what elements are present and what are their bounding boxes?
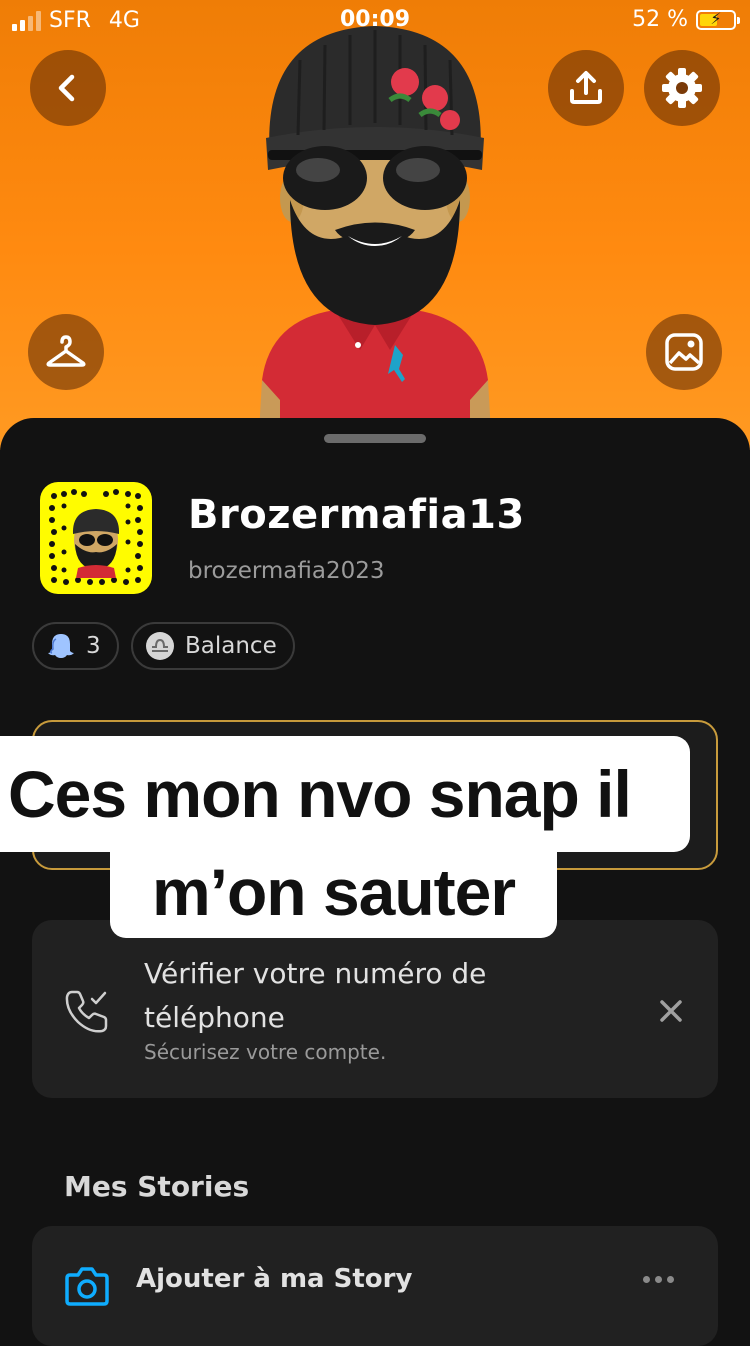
selfie-button[interactable] bbox=[646, 314, 722, 390]
drag-handle[interactable] bbox=[324, 434, 426, 443]
gear-icon bbox=[662, 68, 702, 108]
bitmoji-header: SFR 4G 00:09 52 % ⚡ bbox=[0, 0, 750, 450]
ghost-icon bbox=[48, 634, 74, 658]
zodiac-icon bbox=[146, 632, 174, 660]
zodiac-label: Balance bbox=[185, 633, 277, 659]
battery-percent: 52 % bbox=[632, 7, 688, 32]
overlay-caption-line2: m’on sauter bbox=[110, 846, 557, 938]
friends-chip[interactable]: 3 bbox=[32, 622, 119, 670]
status-bar: SFR 4G 00:09 52 % ⚡ bbox=[0, 0, 750, 40]
display-name: Brozermafia13 bbox=[188, 492, 525, 538]
overlay-caption-line1: Ces mon nvo snap il bbox=[0, 736, 690, 852]
zodiac-chip[interactable]: Balance bbox=[131, 622, 295, 670]
verify-phone-card[interactable]: Vérifier votre numéro de téléphone Sécur… bbox=[32, 920, 718, 1098]
share-button[interactable] bbox=[548, 50, 624, 126]
add-story-row[interactable]: Ajouter à ma Story bbox=[32, 1226, 718, 1346]
close-icon[interactable] bbox=[658, 998, 684, 1024]
sticker-icon bbox=[665, 333, 703, 371]
battery-icon: ⚡ bbox=[696, 9, 740, 30]
verify-title: Vérifier votre numéro de téléphone bbox=[144, 957, 487, 1034]
settings-button[interactable] bbox=[644, 50, 720, 126]
verify-subtitle: Sécurisez votre compte. bbox=[144, 1040, 387, 1064]
friends-count: 3 bbox=[86, 633, 101, 659]
phone-check-icon bbox=[65, 990, 108, 1033]
add-story-label: Ajouter à ma Story bbox=[136, 1264, 413, 1294]
snapcode-graphic bbox=[49, 489, 143, 585]
snapcode[interactable] bbox=[40, 482, 152, 594]
username[interactable]: brozermafia2023 bbox=[188, 558, 385, 584]
outfit-button[interactable] bbox=[28, 314, 104, 390]
stories-section-title: Mes Stories bbox=[64, 1170, 250, 1203]
back-button[interactable] bbox=[30, 50, 106, 126]
bitmoji-avatar[interactable] bbox=[240, 20, 510, 450]
camera-icon bbox=[65, 1267, 109, 1306]
share-icon bbox=[570, 71, 602, 104]
more-icon[interactable] bbox=[643, 1276, 674, 1283]
hanger-icon bbox=[46, 335, 86, 367]
back-icon bbox=[58, 74, 75, 102]
